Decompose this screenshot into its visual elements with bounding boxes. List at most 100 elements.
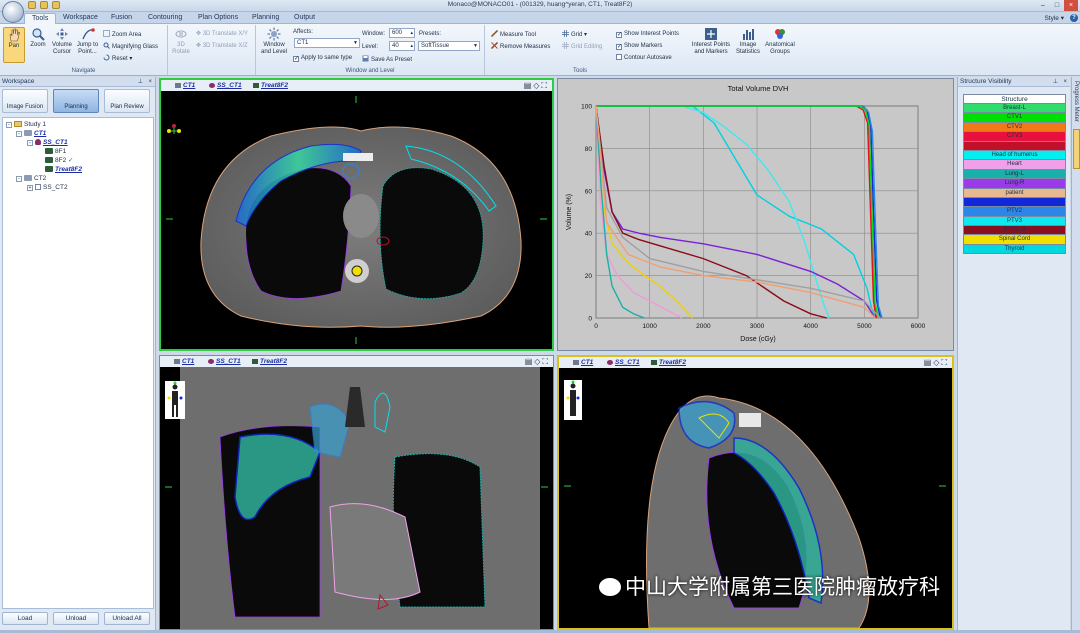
grid-edit-icon <box>562 42 569 49</box>
structure-row[interactable]: CTV3 <box>963 132 1066 142</box>
show-interest-points-checkbox[interactable]: ✓ Show Interest Points <box>616 30 679 38</box>
plan-icon <box>45 157 53 163</box>
tab-fusion[interactable]: Fusion <box>104 13 139 24</box>
viewport-tools[interactable]: ▤◇⛶ <box>924 357 949 368</box>
grid-button[interactable]: Grid ▾ <box>562 30 587 39</box>
help-icon[interactable]: ? <box>1070 14 1078 22</box>
window-input[interactable]: 600 ▴ <box>389 28 415 38</box>
structure-row[interactable]: CTV1 <box>963 113 1066 123</box>
close-icon[interactable]: × <box>148 77 152 87</box>
window-label: Window: <box>362 31 386 37</box>
tab-output[interactable]: Output <box>287 13 322 24</box>
image-statistics-button[interactable]: Image Statistics <box>735 27 761 56</box>
pin-icon[interactable]: ⊥ <box>1053 77 1058 87</box>
zoom-area-button[interactable]: Zoom Area <box>103 30 141 39</box>
presets-select[interactable]: SoftTissue ▼ <box>418 41 480 51</box>
plan-icon <box>45 148 53 154</box>
tree-node-ss-ct1[interactable]: - SS_CT1 <box>27 139 68 147</box>
coronal-viewport[interactable]: CT1 SS_CT1 Treat8F2 ▤◇⛶ <box>159 355 554 630</box>
close-button[interactable]: × <box>1064 0 1078 11</box>
jump-to-point-button[interactable]: Jump to Point... <box>75 27 100 56</box>
tree-node-ct1[interactable]: - CT1 <box>16 130 46 138</box>
minimize-button[interactable]: – <box>1036 0 1050 11</box>
style-menu[interactable]: Style ▾ <box>1044 14 1064 22</box>
plan-review-button[interactable]: Plan Review <box>104 89 150 113</box>
y-tick-label: 60 <box>585 188 593 195</box>
structure-row[interactable]: PTV1+3 <box>963 226 1066 236</box>
y-tick-label: 80 <box>585 146 593 153</box>
axial-viewport[interactable]: CT1 SS_CT1 Treat8F2 ▤◇⛶ <box>159 78 554 351</box>
workspace-tree: - Study 1 - CT1 - SS_CT1 8F1 8F2 ✓ Treat8F2… <box>2 117 154 609</box>
progress-meter-tab[interactable]: Progress Meter <box>1071 77 1080 630</box>
structure-row[interactable]: patient <box>963 188 1066 198</box>
sagittal-viewport[interactable]: CT1 SS_CT1 Treat8F2 ▤◇⛶ 中山大学附属第三医院肿瘤放疗科 <box>557 355 954 630</box>
pan-button[interactable]: Pan <box>3 27 25 63</box>
show-markers-checkbox[interactable]: ✓ Show Markers <box>616 42 662 50</box>
tab-workspace[interactable]: Workspace <box>56 13 105 24</box>
tree-node-ss-ct2[interactable]: + SS_CT2 <box>27 184 68 192</box>
contour-autosave-checkbox[interactable]: Contour Autosave <box>616 54 672 62</box>
apply-same-type-checkbox[interactable]: ✓ Apply to same type <box>293 54 352 62</box>
structure-row[interactable]: Heart <box>963 160 1066 170</box>
structure-row[interactable]: Lung-R <box>963 179 1066 189</box>
tree-node-treat8f2[interactable]: Treat8F2 <box>45 166 82 174</box>
y-tick-label: 0 <box>588 316 592 323</box>
structure-row[interactable]: PTV2 <box>963 207 1066 217</box>
dvh-viewport[interactable]: Total Volume DVH 0 1000 2000 3000 4000 5000 60… <box>557 78 954 351</box>
tree-node-plan-8f1[interactable]: 8F1 <box>45 148 66 156</box>
window-level-group-label: Window and Level <box>345 68 395 74</box>
planning-button[interactable]: Planning <box>53 89 99 113</box>
structure-row[interactable]: PTV3 <box>963 216 1066 227</box>
magnifying-glass-button[interactable]: Magnifying Glass <box>103 42 158 51</box>
tree-node-plan-8f2[interactable]: 8F2 ✓ <box>45 157 73 165</box>
structure-row[interactable]: Head of humerus <box>963 150 1066 161</box>
structure-row[interactable] <box>963 197 1066 208</box>
axial-ct-image[interactable] <box>161 91 552 349</box>
x-tick-label: 0 <box>594 323 598 330</box>
close-icon[interactable]: × <box>1063 77 1067 87</box>
x-tick-label: 2000 <box>696 323 711 330</box>
tab-plan-options[interactable]: Plan Options <box>191 13 245 24</box>
tree-node-study[interactable]: - Study 1 <box>6 121 46 129</box>
volume-cursor-button[interactable]: Volume Cursor <box>50 27 74 56</box>
pin-icon[interactable]: ⊥ <box>138 77 143 87</box>
3d-rotate-button[interactable]: 3D Rotate <box>170 27 192 56</box>
unload-all-button[interactable]: Unload All <box>104 612 150 625</box>
tree-node-ct2[interactable]: - CT2 <box>16 175 46 183</box>
tab-tools[interactable]: Tools <box>24 13 57 24</box>
structure-row[interactable]: Lung-L <box>963 169 1066 180</box>
measure-tool-button[interactable]: Measure Tool <box>491 30 536 39</box>
structure-row[interactable]: CTV2 <box>963 122 1066 133</box>
tab-planning[interactable]: Planning <box>245 13 286 24</box>
unload-button[interactable]: Unload <box>53 612 99 625</box>
workspace-title: Workspace ⊥ × <box>0 77 155 87</box>
structure-row[interactable] <box>963 141 1066 151</box>
viewport-tools[interactable]: ▤◇⛶ <box>524 80 549 91</box>
sagittal-ct-image[interactable]: 中山大学附属第三医院肿瘤放疗科 <box>559 368 952 628</box>
affects-select[interactable]: CT1 ▼ <box>294 38 360 48</box>
zoom-button[interactable]: Zoom <box>27 27 49 49</box>
remove-measures-button[interactable]: Remove Measures <box>491 42 550 51</box>
window-level-button[interactable]: Window and Level <box>260 27 288 56</box>
viewport-tools[interactable]: ▤◇⛶ <box>525 356 550 367</box>
tab-contouring[interactable]: Contouring <box>141 13 189 24</box>
anatomical-groups-button[interactable]: Anatomical Groups <box>763 27 797 56</box>
grid-icon <box>562 30 569 37</box>
application-menu-button[interactable] <box>2 1 24 23</box>
reset-button[interactable]: Reset ▾ <box>103 54 132 63</box>
structure-row[interactable]: Breast-L <box>963 104 1066 114</box>
level-input[interactable]: 40 ▴ <box>389 41 415 51</box>
save-as-preset-button[interactable]: Save As Preset <box>362 55 412 64</box>
interest-points-markers-button[interactable]: Interest Points and Markers <box>689 27 733 56</box>
translate-xz-button[interactable]: ✥ 3D Translate X/Z <box>196 42 248 50</box>
translate-xy-button[interactable]: ✥ 3D Translate X/Y <box>196 30 248 38</box>
load-button[interactable]: Load <box>2 612 48 625</box>
structure-row[interactable]: Thyroid <box>963 244 1066 255</box>
dvh-chart[interactable]: Total Volume DVH 0 1000 2000 3000 4000 5000 60… <box>558 79 953 350</box>
coronal-ct-image[interactable] <box>160 367 553 629</box>
grid-editing-button[interactable]: Grid Editing <box>562 42 602 51</box>
watermark-text: 中山大学附属第三医院肿瘤放疗科 <box>599 571 940 601</box>
image-fusion-button[interactable]: Image Fusion <box>2 89 48 113</box>
structure-row[interactable]: Spinal Cord <box>963 235 1066 245</box>
maximize-button[interactable]: □ <box>1050 0 1064 11</box>
